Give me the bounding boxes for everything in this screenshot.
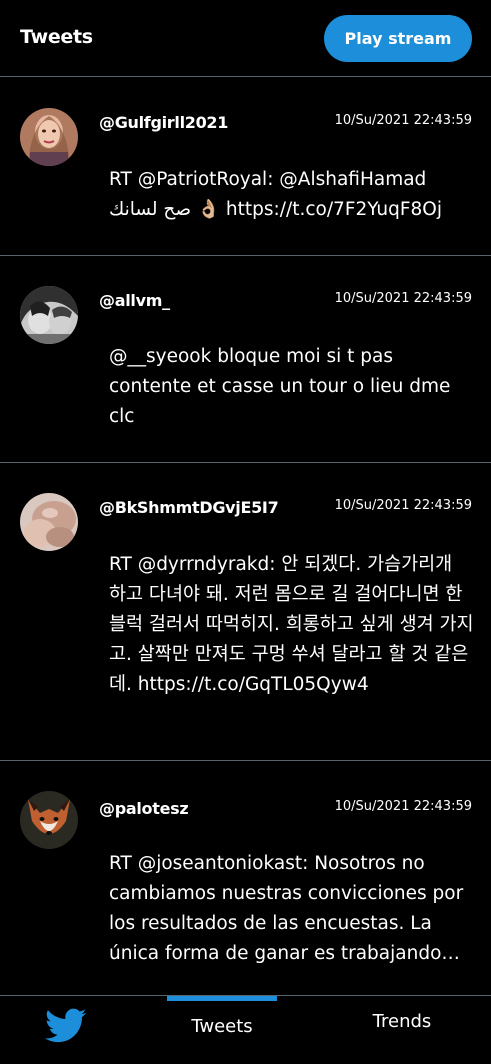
- avatar[interactable]: [20, 286, 78, 344]
- tweet-handle[interactable]: @allvm_: [99, 291, 170, 310]
- active-tab-indicator: [167, 996, 277, 1001]
- tweet-text: @__syeook bloque moi si t pas contente e…: [109, 346, 451, 427]
- avatar[interactable]: [20, 791, 78, 849]
- tweet-timestamp: 10/Su/2021 22:43:59: [334, 498, 472, 513]
- tweet-handle[interactable]: @palotesz: [99, 799, 189, 818]
- page-title: Tweets: [20, 26, 93, 48]
- tweet-item[interactable]: @BkShmmtDGvjE5I7 10/Su/2021 22:43:59 RT …: [0, 463, 491, 761]
- play-stream-button[interactable]: Play stream: [324, 15, 472, 62]
- tweet-item[interactable]: @Gulfgirll2021 10/Su/2021 22:43:59 RT @P…: [0, 78, 491, 256]
- tweet-feed[interactable]: @Gulfgirll2021 10/Su/2021 22:43:59 RT @P…: [0, 78, 491, 995]
- avatar[interactable]: [20, 493, 78, 551]
- tweet-text: RT @PatriotRoyal: @AlshafiHamad صح لسانك…: [109, 165, 474, 225]
- tweet-text: RT @dyrrndyrakd: 안 되겠다. 가슴가리개 하고 다녀야 돼. …: [109, 554, 474, 695]
- tweet-timestamp: 10/Su/2021 22:43:59: [334, 291, 472, 306]
- tweet-timestamp: 10/Su/2021 22:43:59: [334, 799, 472, 814]
- tweet-item[interactable]: @allvm_ 10/Su/2021 22:43:59 @__syeook bl…: [0, 256, 491, 463]
- tweet-link[interactable]: https://t.co/7F2YuqF8Oj: [226, 199, 442, 220]
- avatar[interactable]: [20, 108, 78, 166]
- tweet-item[interactable]: @palotesz 10/Su/2021 22:43:59 RT @josean…: [0, 761, 491, 995]
- tab-trends[interactable]: Trends: [344, 1011, 460, 1032]
- tweet-handle[interactable]: @BkShmmtDGvjE5I7: [99, 498, 279, 517]
- tab-tweets-label: Tweets: [191, 1016, 253, 1037]
- bottom-navigation: Tweets Trends: [0, 995, 491, 1064]
- tweet-text-rtl: صح لسانك: [109, 199, 192, 220]
- ok-hand-emoji: 👌🏼: [196, 199, 220, 220]
- tweet-text: RT @joseantoniokast: Nosotros no cambiam…: [109, 853, 464, 964]
- tweet-handle[interactable]: @Gulfgirll2021: [99, 113, 228, 132]
- twitter-bird-icon[interactable]: [45, 1008, 87, 1044]
- tweet-text-line: RT @PatriotRoyal: @AlshafiHamad: [109, 169, 427, 190]
- tab-tweets[interactable]: Tweets: [167, 996, 277, 1064]
- app-header: Tweets Play stream: [0, 0, 491, 77]
- tweet-timestamp: 10/Su/2021 22:43:59: [334, 113, 472, 128]
- tweet-text-line: صح لسانك 👌🏼 https://t.co/7F2YuqF8Oj: [109, 195, 474, 225]
